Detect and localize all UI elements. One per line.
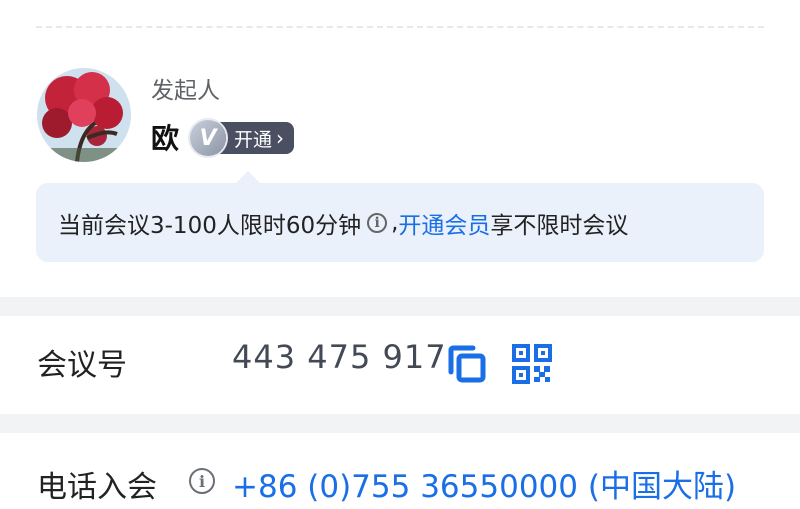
section-separator bbox=[0, 297, 800, 316]
upgrade-membership-link[interactable]: 开通会员 bbox=[398, 206, 490, 240]
copy-icon[interactable] bbox=[447, 344, 487, 384]
qr-code-icon[interactable] bbox=[512, 344, 552, 384]
vip-icon: V bbox=[190, 120, 226, 156]
chevron-right-icon: › bbox=[276, 126, 285, 150]
phone-number-link[interactable]: +86 (0)755 36550000 (中国大陆) bbox=[232, 461, 736, 506]
avatar bbox=[37, 68, 131, 162]
section-separator bbox=[0, 414, 800, 433]
time-limit-notice: 当前会议3-100人限时60分钟 i , 开通会员 享不限时会议 bbox=[36, 183, 764, 262]
vip-upgrade-label: 开通 bbox=[234, 128, 273, 151]
top-divider bbox=[36, 26, 764, 28]
meeting-number: 443 475 917 bbox=[232, 338, 447, 376]
vip-upgrade-badge[interactable]: V 开通 › bbox=[190, 120, 295, 156]
info-icon[interactable]: i bbox=[367, 212, 388, 233]
vip-upgrade-button[interactable]: 开通 › bbox=[214, 122, 295, 154]
notice-text: 当前会议3-100人限时60分钟 bbox=[58, 212, 362, 239]
phone-join-label: 电话入会 bbox=[37, 470, 157, 505]
host-label: 发起人 bbox=[151, 78, 220, 104]
notice-separator: , bbox=[391, 209, 399, 236]
host-name: 欧 bbox=[151, 122, 180, 155]
meeting-number-label: 会议号 bbox=[37, 348, 127, 383]
notice-suffix: 享不限时会议 bbox=[490, 212, 629, 239]
info-icon[interactable]: i bbox=[189, 468, 215, 494]
